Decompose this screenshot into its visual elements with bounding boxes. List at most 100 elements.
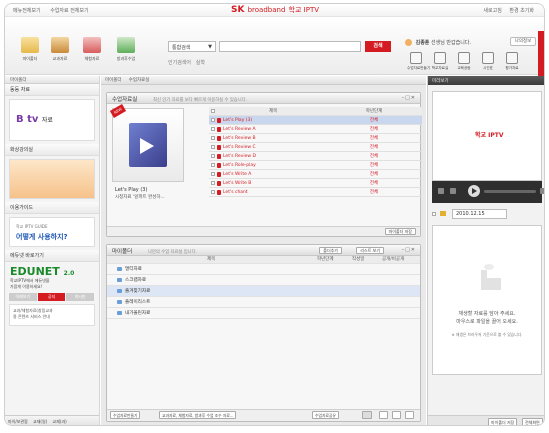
education-button[interactable]: 교육공람 [455,52,473,71]
view-mode-select[interactable]: 리스트 보기 [356,247,384,254]
create-lesson-footer-button[interactable]: 수업자료만들기 [110,411,141,419]
archive-link[interactable]: 마이/보관함 [8,419,28,424]
row-checkbox[interactable] [211,172,215,176]
tab-lesson-room[interactable]: 수업자료실 [129,78,150,83]
volume-icon[interactable] [540,188,544,194]
row-checkbox[interactable] [211,118,215,122]
video-icon [217,190,221,195]
row-checkbox[interactable] [211,181,215,185]
row-checkbox[interactable] [211,136,215,140]
rewind-icon[interactable] [438,188,444,194]
fullscreen-button[interactable]: 전체화면 [522,418,543,425]
popular-search: 인기검색어 실학 [168,60,205,66]
create-lesson-button[interactable]: 수업자료만들기 [407,52,430,71]
folder-row[interactable]: 내가올린자료 [107,308,420,319]
textbook-button[interactable]: 교과자료 [49,37,71,62]
reset-link[interactable]: 환경 초기화 [509,8,534,14]
video-player[interactable]: 학교 IPTV [432,91,542,181]
row-checkbox[interactable] [211,190,215,194]
calendar-icon [482,52,494,64]
book-icon [51,37,69,53]
search-button[interactable]: 검색 [365,41,391,52]
timetable-button[interactable]: 시간표 [479,52,497,71]
left-sidebar: 마이폴더 동등 자료 B tv 자료 화상강의실 이용가이드 학교 IPTV G… [5,76,100,425]
edunet-banner[interactable]: EDUNET 2.0 학교IPTV에서 에듀넷을 가깝게 이용하세요! [5,265,99,290]
after-school-button[interactable]: 방과후수업 [115,37,137,62]
experience-button[interactable]: 체험자료 [81,37,103,62]
date-checkbox[interactable] [432,212,436,216]
list-item[interactable]: Let's Review C 전체 [209,143,422,152]
my-info-button[interactable]: 나의정보 [510,37,536,46]
list-item[interactable]: Let's Play (3) 전체 [209,116,422,125]
video-icon [217,163,221,168]
textbook-subject-link[interactable]: 교재(과) [52,419,66,424]
stop-icon[interactable] [450,188,456,194]
panel-window-controls[interactable]: –□✕ [402,95,416,101]
lesson-list: 제목 학년단계 Let's Play (3) 전체 Let's Review A전… [209,107,422,197]
save-to-folder-button[interactable]: 마이폴더 저장 [384,228,416,235]
list-item[interactable]: Let's Write B 전체 [209,179,422,188]
tab-my-folder[interactable]: 마이폴더 [105,78,122,83]
drop-zone[interactable]: 재생할 자료를 담아 주세요. 마우스로 파일을 끌어 오세요. ※ 재생은 브… [432,225,542,375]
share-lesson-button[interactable]: 수업자료공유 [312,411,339,419]
add-folder-button[interactable]: 폴더추가 [319,247,342,254]
menu-all-link[interactable]: 메뉴전체보기 [13,8,41,14]
tab-notice[interactable]: 공지 [37,293,66,301]
btv-banner[interactable]: B tv 자료 [9,99,95,141]
school-library-button[interactable]: 학교자료실 [431,52,449,71]
guide-banner[interactable]: 학교 IPTV GUIDE 어떻게 사용하지? [9,217,95,247]
sidebar-section-guide: 이용가이드 [5,202,99,214]
calendar-icon[interactable] [440,211,446,216]
evaluation-button[interactable]: 평가자료 [503,52,521,71]
list-item[interactable]: Let's chant 전체 [209,188,422,197]
notice-box[interactable]: 교과/체험자료(창링교과 용 콘텐츠 서비스 안내 [9,304,95,326]
top-right-links: 새로고침 환경 초기화 [477,7,534,14]
row-checkbox[interactable] [211,163,215,167]
folder-row[interactable]: 스크랩자료 [107,275,420,286]
folder-icon [117,267,122,271]
play-icon[interactable] [468,185,480,197]
list-item[interactable]: Let's Role-play 전체 [209,161,422,170]
list-item[interactable]: Let's Review B 전체 [209,134,422,143]
video-icon [217,145,221,150]
folder-list-header: 제목 학년단계 작성일 공개/비공개 [107,256,420,264]
chart-icon [506,52,518,64]
main-toolbar: 마이폴더 교과자료 체험자료 방과후수업 통합검색 ▼ 검색 인기검색어 실학 … [5,17,544,86]
refresh-icon[interactable] [379,411,388,419]
settings-icon[interactable] [392,411,401,419]
list-item[interactable]: Let's Write A 전체 [209,170,422,179]
video-class-banner[interactable] [9,159,95,199]
toggle-button[interactable] [362,411,372,419]
date-field[interactable]: 2010.12.15 [452,209,507,219]
tab-yesterday[interactable]: 어제보기 [9,293,37,301]
save-preview-button[interactable]: 마이폴더 저장 [488,418,518,425]
folder-row[interactable]: 즐겨찾기자료 [107,286,420,297]
my-folder-button[interactable]: 마이폴더 [19,37,41,62]
sidebar-section-video[interactable]: 화상강의실 [5,144,99,156]
tab-board[interactable]: 게시판 [66,293,95,301]
list-item[interactable]: Let's Review D 전체 [209,152,422,161]
panel-window-controls[interactable]: –□✕ [402,247,416,253]
popular-term-link[interactable]: 실학 [196,60,205,66]
trash-icon[interactable] [405,411,414,419]
lesson-materials-link[interactable]: 교과자료, 체험자료, 방과후 수업 조수 자료... [159,411,237,419]
date-row: 2010.12.15 [432,209,542,219]
folder-row[interactable]: 멀티자료 [107,264,420,275]
row-checkbox[interactable] [211,154,215,158]
refresh-link[interactable]: 새로고침 [483,8,501,14]
textbook-day-link[interactable]: 교재(일) [33,419,47,424]
folder-icon [117,289,122,293]
list-item[interactable]: Let's Review A 전체 [209,125,422,134]
row-checkbox[interactable] [211,145,215,149]
classroom-icon [410,52,422,64]
row-checkbox[interactable] [211,127,215,131]
featured-desc: 시청자료 '앞파트 완성하... [115,195,165,200]
folder-row[interactable]: 플레이리스트 [107,297,420,308]
select-all-checkbox[interactable] [211,109,215,113]
lesson-all-link[interactable]: 수업자료 전체보기 [50,8,88,14]
search-input[interactable] [219,41,361,52]
featured-thumbnail[interactable]: NEW [109,104,184,182]
progress-bar[interactable] [484,190,536,193]
app-window: 메뉴전체보기 수업자료 전체보기 SK broadband 학교 IPTV 새로… [4,3,545,426]
search-scope-select[interactable]: 통합검색 ▼ [168,41,216,52]
